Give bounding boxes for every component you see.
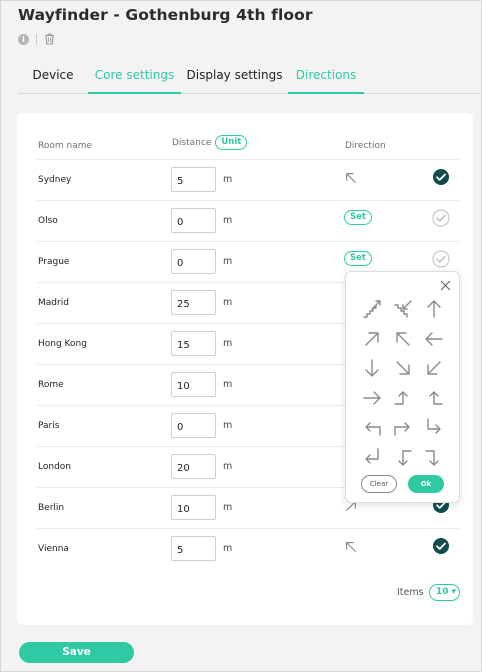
items-label: Items <box>397 587 424 598</box>
arrow-up-right-icon[interactable] <box>361 328 383 350</box>
header-distance-label: Distance <box>172 137 212 148</box>
trash-icon[interactable] <box>44 33 55 45</box>
page-title: Wayfinder - Gothenburg 4th floor <box>18 6 313 24</box>
turn-right-down-icon[interactable] <box>423 446 445 468</box>
distance-unit: m <box>223 256 233 267</box>
room-name: Olso <box>38 216 58 226</box>
distance-input[interactable]: 0 <box>171 413 216 438</box>
room-name: Vienna <box>38 544 69 554</box>
return-right-icon[interactable] <box>392 416 414 438</box>
room-name: Paris <box>38 421 60 431</box>
distance-unit: m <box>223 338 233 349</box>
distance-input[interactable]: 5 <box>171 536 216 561</box>
turn-down-right-icon[interactable] <box>423 416 445 438</box>
unit-button[interactable]: Unit <box>215 135 248 150</box>
tab-display-settings[interactable]: Display settings <box>181 65 288 94</box>
distance-input[interactable]: 10 <box>171 495 216 520</box>
table-row: Sydney 5 m <box>37 159 459 200</box>
arrow-right-icon[interactable] <box>361 387 383 409</box>
room-name: Rome <box>38 380 64 390</box>
turn-left-up-icon[interactable] <box>423 387 445 409</box>
items-per-page-select[interactable]: 10 ▾ <box>429 584 460 601</box>
clear-button[interactable]: Clear <box>361 475 397 493</box>
room-name: London <box>38 462 71 472</box>
distance-unit: m <box>223 461 233 472</box>
distance-unit: m <box>223 379 233 390</box>
direction-picker-popup: Clear Ok <box>345 271 460 503</box>
ok-button[interactable]: Ok <box>408 475 444 493</box>
tab-bar: Device Core settings Display settings Di… <box>18 65 481 94</box>
tab-core-settings[interactable]: Core settings <box>88 65 181 94</box>
distance-input[interactable]: 25 <box>171 290 216 315</box>
room-name: Prague <box>38 257 70 267</box>
set-direction-button[interactable]: Set <box>344 210 372 225</box>
set-direction-button[interactable]: Set <box>344 251 372 266</box>
arrow-up-icon[interactable] <box>423 298 445 320</box>
room-name: Hong Kong <box>38 339 87 349</box>
distance-unit: m <box>223 297 233 308</box>
distance-unit: m <box>223 502 233 513</box>
distance-unit: m <box>223 543 233 554</box>
arrow-left-icon[interactable] <box>423 328 445 350</box>
header-direction: Direction <box>345 141 386 151</box>
table-row: Olso 0 m Set <box>37 200 459 241</box>
distance-input[interactable]: 0 <box>171 249 216 274</box>
distance-unit: m <box>223 420 233 431</box>
divider <box>36 33 37 45</box>
check-done-icon[interactable] <box>432 537 450 555</box>
distance-input[interactable]: 20 <box>171 454 216 479</box>
return-enter-left-icon[interactable] <box>361 446 383 468</box>
arrow-up-left-icon[interactable] <box>343 539 361 557</box>
check-done-icon[interactable] <box>432 168 450 186</box>
arrow-down-icon[interactable] <box>361 357 383 379</box>
room-name: Sydney <box>38 175 72 185</box>
turn-right-up-icon[interactable] <box>392 387 414 409</box>
arrow-down-left-icon[interactable] <box>423 357 445 379</box>
room-name: Berlin <box>38 503 65 513</box>
header-distance: Distance Unit <box>172 135 248 150</box>
arrow-down-right-icon[interactable] <box>392 357 414 379</box>
tab-directions[interactable]: Directions <box>288 65 364 94</box>
arrow-up-left-icon[interactable] <box>392 328 414 350</box>
check-pending-icon[interactable] <box>432 250 450 268</box>
stairs-up-icon[interactable] <box>361 298 383 320</box>
return-left-icon[interactable] <box>361 416 383 438</box>
save-button[interactable]: Save <box>19 642 134 663</box>
distance-input[interactable]: 5 <box>171 167 216 192</box>
table-row: Vienna 5 m <box>37 528 459 569</box>
header-room-name: Room name <box>38 141 93 151</box>
title-actions: i <box>18 33 55 45</box>
stairs-down-icon[interactable] <box>392 298 414 320</box>
distance-unit: m <box>223 215 233 226</box>
arrow-up-left-icon[interactable] <box>343 170 361 188</box>
room-name: Madrid <box>38 298 69 308</box>
close-icon[interactable] <box>440 280 451 291</box>
turn-down-left-icon[interactable] <box>392 446 414 468</box>
distance-input[interactable]: 15 <box>171 331 216 356</box>
distance-input[interactable]: 10 <box>171 372 216 397</box>
tab-device[interactable]: Device <box>18 65 88 94</box>
info-icon[interactable]: i <box>18 33 29 45</box>
app-window: Wayfinder - Gothenburg 4th floor i Devic… <box>0 0 482 672</box>
distance-unit: m <box>223 174 233 185</box>
distance-input[interactable]: 0 <box>171 208 216 233</box>
check-pending-icon[interactable] <box>432 209 450 227</box>
